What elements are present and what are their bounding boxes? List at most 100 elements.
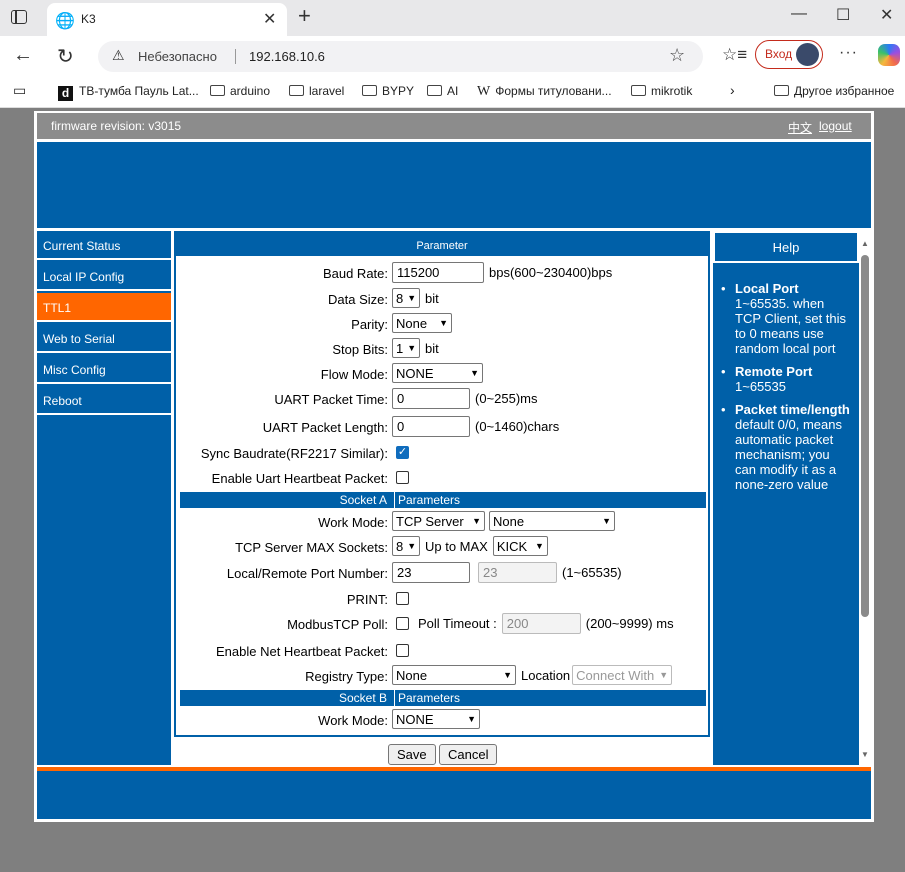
cancel-button[interactable]: Cancel — [439, 744, 498, 765]
save-button[interactable]: Save — [388, 744, 436, 765]
registry-row: Registry Type: None ▼ Location Connect With… — [176, 664, 708, 688]
d-logo-icon: d — [58, 86, 73, 101]
modbus-label: ModbusTCP Poll: — [287, 617, 388, 632]
maxsock-select[interactable]: 8 ▼ — [392, 536, 420, 556]
scrollbar-thumb[interactable] — [861, 255, 869, 617]
maxsock-value: 8 — [396, 538, 404, 554]
chinese-language-link[interactable]: 中文 — [788, 119, 812, 136]
minimize-icon[interactable]: — — [791, 5, 807, 23]
sync-checkbox[interactable]: ✓ — [396, 446, 409, 459]
login-button[interactable]: Вход — [755, 40, 823, 69]
bookmark-item[interactable]: d ТВ-тумба Пауль Lat... — [58, 84, 199, 101]
databits-select[interactable]: 8 ▼ — [392, 288, 420, 308]
url-box[interactable]: ⚠ Небезопасно 192.168.10.6 ☆ — [98, 41, 703, 72]
reading-list-icon[interactable]: ▭ — [13, 82, 26, 99]
socket-a-label: Socket A — [339, 493, 387, 507]
back-arrow-icon[interactable]: ← — [13, 44, 33, 67]
chevron-down-icon: ▼ — [534, 541, 544, 551]
help-item-body: 1~65535. when TCP Client, set this to 0 … — [735, 296, 847, 356]
sidebar-item-web-to-serial[interactable]: Web to Serial — [37, 324, 171, 353]
sync-row: Sync Baudrate(RF2217 Similar): ✓ — [176, 441, 708, 465]
new-tab-button[interactable]: + — [298, 3, 311, 29]
modbus-checkbox[interactable] — [396, 617, 409, 630]
pkt-len-input[interactable] — [392, 416, 470, 437]
bookmark-label: BYPY — [382, 84, 415, 98]
workmode-b-select[interactable]: NONE ▼ — [392, 709, 480, 729]
folder-icon — [631, 85, 646, 96]
stopbits-select[interactable]: 1 ▼ — [392, 338, 420, 358]
bookmark-label: ТВ-тумба Пауль Lat... — [79, 84, 199, 98]
chevron-down-icon: ▼ — [503, 670, 512, 680]
pkt-len-label: UART Packet Length: — [262, 420, 388, 435]
upto-label: Up to MAX — [425, 538, 488, 554]
firmware-revision: firmware revision: v3015 — [51, 119, 182, 133]
sidebar-item-current-status[interactable]: Current Status — [37, 231, 171, 260]
bookmark-item[interactable]: laravel — [289, 84, 344, 98]
copilot-icon[interactable] — [878, 44, 900, 66]
url-separator — [235, 49, 236, 64]
chevron-down-icon: ▼ — [602, 516, 611, 526]
scroll-down-icon[interactable]: ▼ — [861, 750, 869, 759]
close-window-icon[interactable]: ✕ — [880, 5, 893, 25]
favorites-icon[interactable]: ☆≡ — [722, 45, 747, 65]
socket-a-header: Socket A Parameters — [180, 492, 706, 508]
remote-port-input[interactable] — [478, 562, 557, 583]
flow-value: NONE — [396, 365, 434, 381]
bookmark-item[interactable]: mikrotik — [631, 84, 692, 98]
router-frame: firmware revision: v3015 中文 logout Curre… — [34, 111, 874, 822]
folder-icon — [427, 85, 442, 96]
socket-b-header: Socket B Parameters — [180, 690, 706, 706]
logout-link[interactable]: logout — [819, 119, 852, 133]
sidebar-item-local-ip-config[interactable]: Local IP Config — [37, 262, 171, 291]
baud-input[interactable] — [392, 262, 484, 283]
maximize-icon[interactable]: ☐ — [836, 5, 850, 25]
tab-actions-icon[interactable] — [11, 10, 27, 24]
folder-icon — [362, 85, 377, 96]
help-item-head: Packet time/length — [735, 402, 850, 417]
more-icon[interactable]: ··· — [839, 44, 858, 62]
help-item: Local Port1~65535. when TCP Client, set … — [721, 281, 851, 356]
help-item: Remote Port1~65535 — [721, 364, 851, 394]
net-hb-row: Enable Net Heartbeat Packet: — [176, 639, 708, 663]
scroll-up-icon[interactable]: ▲ — [861, 239, 869, 248]
url-text[interactable]: 192.168.10.6 — [249, 49, 325, 64]
chevron-right-icon[interactable]: › — [730, 82, 735, 98]
sidebar-item-ttl1[interactable]: TTL1 — [37, 293, 171, 322]
wikipedia-icon: W — [477, 84, 491, 99]
help-scrollbar[interactable]: ▲ ▼ — [859, 231, 871, 765]
print-checkbox[interactable] — [396, 592, 409, 605]
pkt-time-input[interactable] — [392, 388, 470, 409]
close-tab-icon[interactable]: ✕ — [263, 9, 276, 29]
registry-select[interactable]: None ▼ — [392, 665, 516, 685]
star-icon[interactable]: ☆ — [669, 45, 685, 66]
bookmark-item[interactable]: W Формы титуловани... — [477, 84, 612, 100]
location-select[interactable]: Connect With ▼ — [572, 665, 673, 685]
workmode-sub-select[interactable]: None ▼ — [489, 511, 615, 531]
sidebar-item-misc-config[interactable]: Misc Config — [37, 355, 171, 384]
flow-select[interactable]: NONE ▼ — [392, 363, 483, 383]
refresh-icon[interactable]: ↻ — [57, 44, 74, 69]
help-item-head: Local Port — [735, 281, 799, 296]
net-hb-checkbox[interactable] — [396, 644, 409, 657]
folder-icon — [289, 85, 304, 96]
upto-select[interactable]: KICK ▼ — [492, 536, 548, 556]
stopbits-row: Stop Bits: 1 ▼ bit — [176, 337, 708, 361]
maxsock-label: TCP Server MAX Sockets: — [235, 540, 388, 555]
other-bookmarks[interactable]: Другое избранное — [774, 84, 894, 98]
warning-icon[interactable]: ⚠ — [112, 47, 125, 64]
help-item-body: 1~65535 — [735, 379, 786, 394]
bookmark-item[interactable]: AI — [427, 84, 458, 98]
bookmark-item[interactable]: arduino — [210, 84, 270, 98]
parity-row: Parity: None ▼ — [176, 312, 708, 336]
local-port-input[interactable] — [392, 562, 470, 583]
chevron-down-icon: ▼ — [407, 343, 417, 353]
workmode-select[interactable]: TCP Server ▼ — [392, 511, 485, 531]
sidebar-item-reboot[interactable]: Reboot — [37, 386, 171, 415]
poll-timeout-input[interactable] — [501, 613, 581, 634]
bookmark-item[interactable]: BYPY — [362, 84, 414, 98]
stopbits-value: 1 — [396, 340, 404, 356]
uart-hb-checkbox[interactable] — [396, 471, 409, 484]
parity-select[interactable]: None ▼ — [392, 313, 452, 333]
browser-tab[interactable]: 🌐 K3 ✕ — [47, 3, 287, 36]
security-label[interactable]: Небезопасно — [138, 49, 217, 64]
